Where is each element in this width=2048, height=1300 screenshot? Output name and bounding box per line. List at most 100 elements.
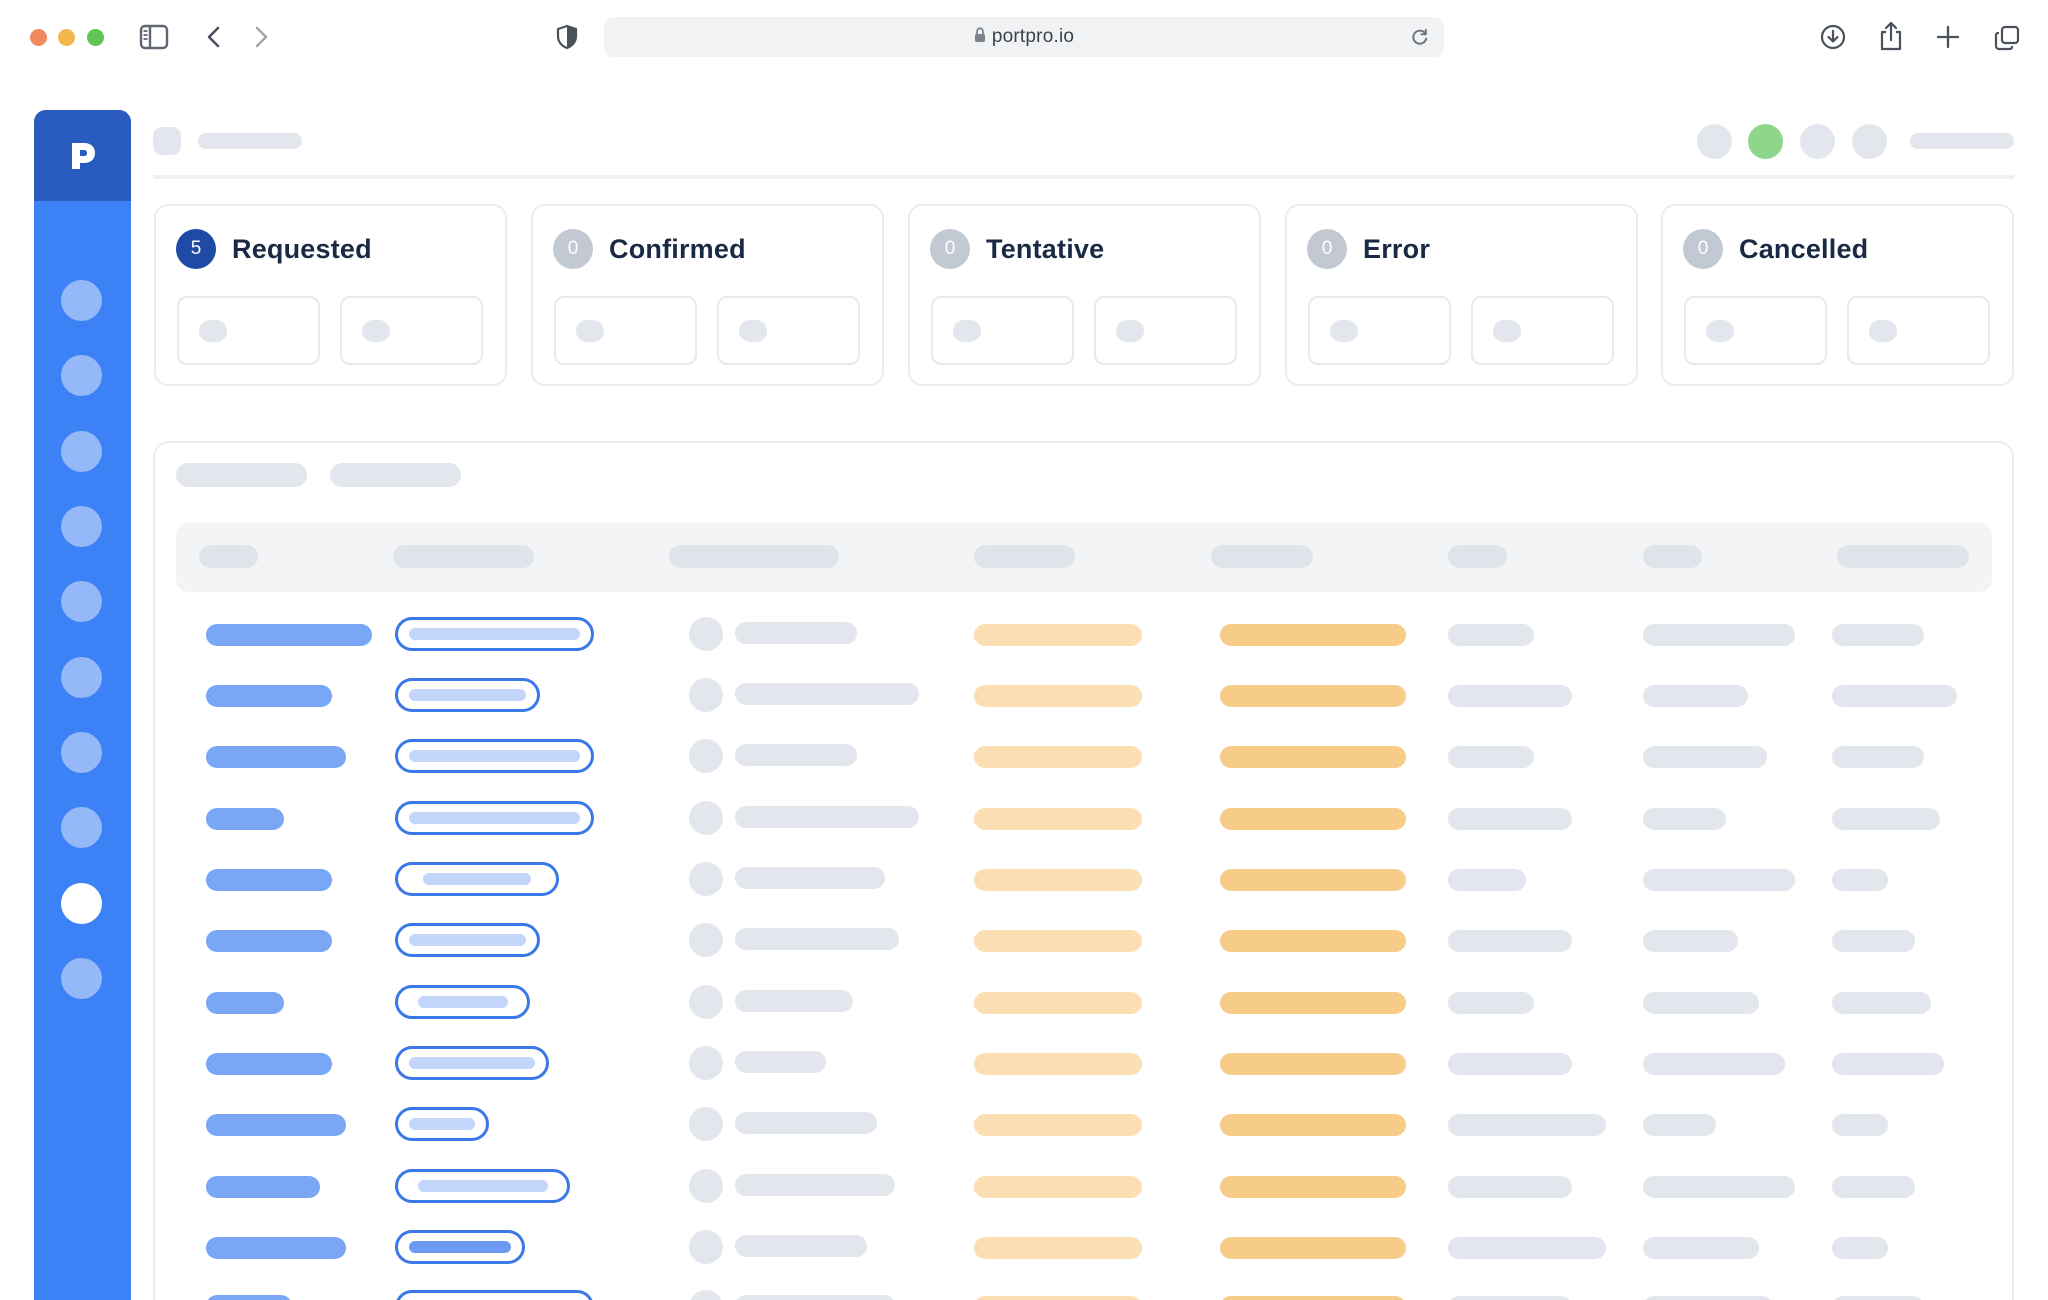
- status-label: Error: [1363, 233, 1431, 264]
- container-tag[interactable]: [395, 739, 594, 773]
- data-cell: [1448, 930, 1572, 952]
- reload-icon[interactable]: [1410, 27, 1430, 52]
- sidebar-item-1[interactable]: [61, 280, 102, 321]
- column-header[interactable]: [1448, 545, 1507, 568]
- container-tag[interactable]: [395, 923, 540, 957]
- portpro-logo-icon[interactable]: [34, 110, 131, 201]
- column-header[interactable]: [393, 545, 534, 568]
- status-filter-box[interactable]: [1471, 296, 1614, 365]
- sidebar-item-6[interactable]: [61, 657, 102, 698]
- forward-icon[interactable]: [252, 25, 270, 49]
- download-icon[interactable]: [1819, 23, 1847, 51]
- status-card-tentative[interactable]: 0 Tentative: [908, 204, 1261, 386]
- status-filter-box[interactable]: [1094, 296, 1237, 365]
- status-card-cancelled[interactable]: 0 Cancelled: [1661, 204, 2014, 386]
- sidebar-item-2[interactable]: [61, 355, 102, 396]
- close-window-button[interactable]: [30, 29, 47, 46]
- status-filter-box[interactable]: [1308, 296, 1451, 365]
- row-avatar: [689, 678, 723, 712]
- zoom-window-button[interactable]: [87, 29, 104, 46]
- status-label: Tentative: [986, 233, 1105, 264]
- status-filter-box[interactable]: [340, 296, 483, 365]
- date-cell: [974, 1053, 1142, 1075]
- date-cell: [974, 992, 1142, 1014]
- container-tag[interactable]: [395, 985, 530, 1019]
- container-tag[interactable]: [395, 1290, 594, 1300]
- reference-cell: [206, 1237, 346, 1259]
- container-tag[interactable]: [395, 678, 540, 712]
- time-slot-cell: [1220, 1053, 1406, 1075]
- time-slot-cell: [1220, 1176, 1406, 1198]
- time-slot-cell: [1220, 869, 1406, 891]
- status-filter-box[interactable]: [554, 296, 697, 365]
- date-cell: [974, 1114, 1142, 1136]
- row-avatar: [689, 801, 723, 835]
- column-header[interactable]: [1837, 545, 1969, 568]
- browser-toolbar: portpro.io: [0, 0, 2048, 74]
- header-action-1[interactable]: [1697, 124, 1732, 159]
- container-tag[interactable]: [395, 1169, 570, 1203]
- container-tag[interactable]: [395, 1046, 549, 1080]
- header-action-4[interactable]: [1852, 124, 1887, 159]
- sidebar-nav: [34, 110, 131, 1300]
- data-cell: [1832, 992, 1931, 1014]
- status-filter-box[interactable]: [1684, 296, 1827, 365]
- data-cell: [1643, 1114, 1716, 1136]
- container-tag[interactable]: [395, 1107, 489, 1141]
- time-slot-cell: [1220, 624, 1406, 646]
- status-filter-box[interactable]: [1847, 296, 1990, 365]
- status-filter-box[interactable]: [717, 296, 860, 365]
- status-card-requested[interactable]: 5 Requested: [154, 204, 507, 386]
- data-cell: [1643, 685, 1748, 707]
- sidebar-item-3[interactable]: [61, 431, 102, 472]
- data-cell: [1832, 1114, 1888, 1136]
- sidebar-item-9-active[interactable]: [61, 883, 102, 924]
- data-cell: [1643, 1053, 1785, 1075]
- status-card-confirmed[interactable]: 0 Confirmed: [531, 204, 884, 386]
- status-card-error[interactable]: 0 Error: [1285, 204, 1638, 386]
- panel-tab-placeholder[interactable]: [176, 463, 307, 487]
- column-header[interactable]: [669, 545, 839, 568]
- container-tag[interactable]: [395, 801, 594, 835]
- date-cell: [974, 869, 1142, 891]
- status-filter-box[interactable]: [177, 296, 320, 365]
- shield-icon[interactable]: [556, 24, 578, 50]
- tabs-overview-icon[interactable]: [1993, 24, 2021, 52]
- back-icon[interactable]: [205, 25, 223, 49]
- container-tag[interactable]: [395, 617, 594, 651]
- sidebar-item-7[interactable]: [61, 732, 102, 773]
- address-bar[interactable]: portpro.io: [604, 17, 1444, 57]
- data-cell: [1448, 808, 1572, 830]
- container-tag[interactable]: [395, 862, 559, 896]
- column-header[interactable]: [974, 545, 1075, 568]
- name-cell: [735, 1235, 867, 1257]
- container-tag[interactable]: [395, 1230, 525, 1264]
- sidebar-item-8[interactable]: [61, 807, 102, 848]
- header-action-3[interactable]: [1800, 124, 1835, 159]
- data-cell: [1448, 1053, 1572, 1075]
- column-header[interactable]: [1211, 545, 1313, 568]
- name-cell: [735, 928, 899, 950]
- reference-cell: [206, 1053, 332, 1075]
- time-slot-cell: [1220, 1114, 1406, 1136]
- time-slot-cell: [1220, 685, 1406, 707]
- column-header[interactable]: [199, 545, 258, 568]
- time-slot-cell: [1220, 746, 1406, 768]
- user-name-placeholder[interactable]: [1910, 133, 2014, 149]
- share-icon[interactable]: [1878, 20, 1904, 52]
- sidebar-toggle-icon[interactable]: [139, 24, 169, 50]
- new-tab-icon[interactable]: [1935, 24, 1961, 50]
- data-cell: [1832, 685, 1957, 707]
- sidebar-item-4[interactable]: [61, 506, 102, 547]
- sidebar-item-10[interactable]: [61, 958, 102, 999]
- column-header[interactable]: [1643, 545, 1702, 568]
- panel-tab-placeholder[interactable]: [330, 463, 461, 487]
- sidebar-item-5[interactable]: [61, 581, 102, 622]
- name-cell: [735, 622, 857, 644]
- data-cell: [1643, 746, 1767, 768]
- minimize-window-button[interactable]: [58, 29, 75, 46]
- online-status-indicator[interactable]: [1748, 124, 1783, 159]
- data-cell: [1448, 1296, 1572, 1300]
- status-filter-box[interactable]: [931, 296, 1074, 365]
- reference-cell: [206, 808, 284, 830]
